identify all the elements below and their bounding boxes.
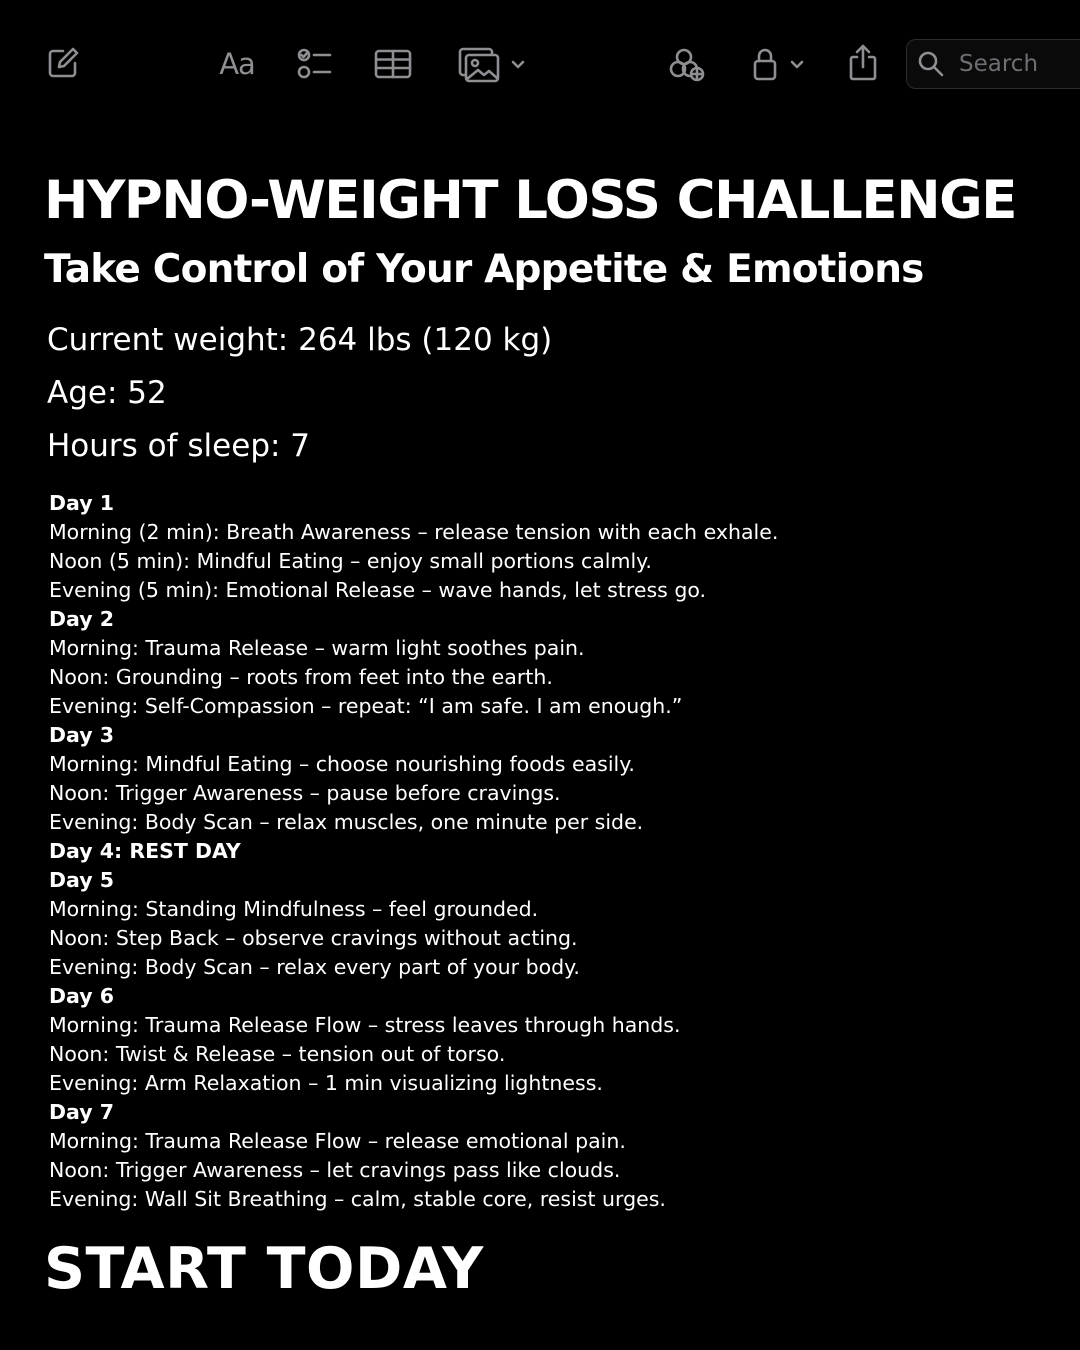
format-text-icon: Aa <box>219 47 256 81</box>
stat-age: Age: 52 <box>47 375 167 411</box>
checklist-icon[interactable] <box>294 44 334 84</box>
day-3-noon: Noon: Trigger Awareness – pause before c… <box>49 781 561 805</box>
day-5-title: Day 5 <box>49 868 114 892</box>
format-text-button[interactable]: Aa <box>214 44 260 84</box>
day-5-morning: Morning: Standing Mindfulness – feel gro… <box>49 897 539 921</box>
day-5-evening: Evening: Body Scan – relax every part of… <box>49 955 580 979</box>
toolbar: Aa <box>0 0 1080 130</box>
search-icon <box>918 51 944 77</box>
day-4-title: Day 4: REST DAY <box>49 839 241 863</box>
day-1-noon: Noon (5 min): Mindful Eating – enjoy sma… <box>49 549 652 573</box>
lock-icon <box>753 48 777 81</box>
search-input[interactable] <box>957 50 1080 78</box>
media-menu[interactable] <box>456 44 530 84</box>
stats-list: Current weight: 264 lbs (120 kg) Age: 52… <box>47 314 1064 473</box>
media-icon <box>458 47 500 83</box>
chevron-down-icon <box>790 60 804 69</box>
day-1-title: Day 1 <box>49 491 114 515</box>
day-2-title: Day 2 <box>49 607 114 631</box>
note-body[interactable]: HYPNO-WEIGHT LOSS CHALLENGE Take Control… <box>44 166 1064 1304</box>
day-1-evening: Evening (5 min): Emotional Release – wav… <box>49 578 707 602</box>
day-7-morning: Morning: Trauma Release Flow – release e… <box>49 1129 626 1153</box>
day-6-evening: Evening: Arm Relaxation – 1 min visualiz… <box>49 1071 603 1095</box>
stat-sleep-hours: Hours of sleep: 7 <box>47 428 311 464</box>
day-6-noon: Noon: Twist & Release – tension out of t… <box>49 1042 506 1066</box>
day-2-morning: Morning: Trauma Release – warm light soo… <box>49 636 585 660</box>
stat-current-weight: Current weight: 264 lbs (120 kg) <box>47 322 553 358</box>
day-3-evening: Evening: Body Scan – relax muscles, one … <box>49 810 644 834</box>
chevron-down-icon <box>511 60 525 69</box>
day-3-title: Day 3 <box>49 723 114 747</box>
day-6-morning: Morning: Trauma Release Flow – stress le… <box>49 1013 681 1037</box>
call-to-action: START TODAY <box>44 1236 484 1302</box>
day-7-noon: Noon: Trigger Awareness – let cravings p… <box>49 1158 621 1182</box>
day-plan: Day 1 Morning (2 min): Breath Awareness … <box>49 489 1064 1214</box>
search-field[interactable] <box>906 39 1080 89</box>
table-icon[interactable] <box>372 44 414 84</box>
share-icon[interactable] <box>844 42 882 84</box>
day-2-evening: Evening: Self-Compassion – repeat: “I am… <box>49 694 683 718</box>
compose-icon[interactable] <box>44 44 82 82</box>
day-7-evening: Evening: Wall Sit Breathing – calm, stab… <box>49 1187 666 1211</box>
day-1-morning: Morning (2 min): Breath Awareness – rele… <box>49 520 779 544</box>
lock-menu[interactable] <box>748 44 810 84</box>
collaborate-icon[interactable] <box>666 44 708 84</box>
note-subtitle: Take Control of Your Appetite & Emotions <box>44 247 924 292</box>
day-5-noon: Noon: Step Back – observe cravings witho… <box>49 926 578 950</box>
note-title: HYPNO-WEIGHT LOSS CHALLENGE <box>44 170 1017 231</box>
day-2-noon: Noon: Grounding – roots from feet into t… <box>49 665 553 689</box>
day-3-morning: Morning: Mindful Eating – choose nourish… <box>49 752 635 776</box>
day-7-title: Day 7 <box>49 1100 114 1124</box>
day-6-title: Day 6 <box>49 984 114 1008</box>
